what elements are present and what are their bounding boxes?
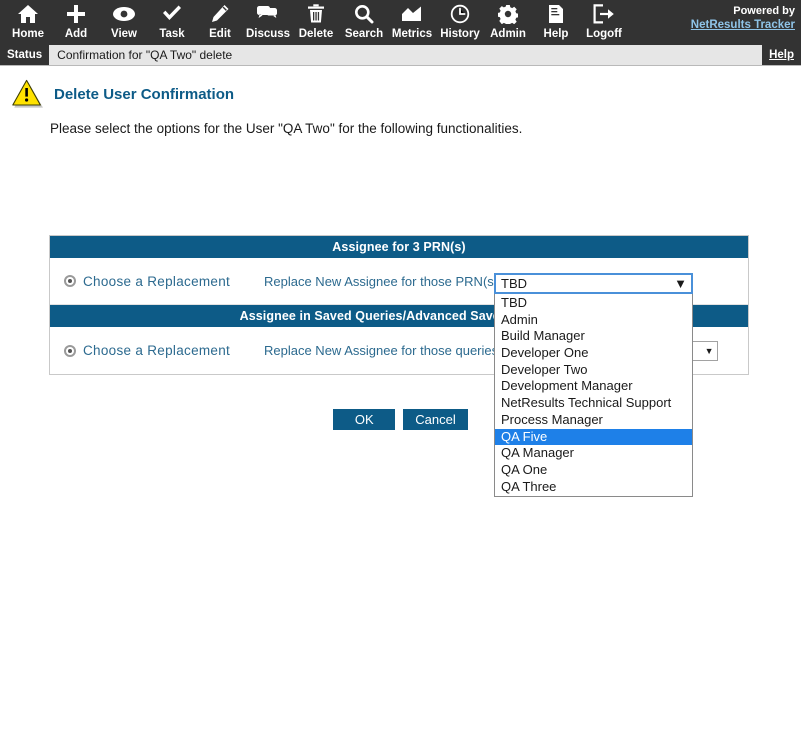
option-item[interactable]: QA Manager (495, 445, 692, 462)
home-icon (17, 3, 39, 25)
toolbar-item-history[interactable]: History (436, 0, 484, 45)
option-item[interactable]: TBD (495, 295, 692, 312)
toolbar-item-view[interactable]: View (100, 0, 148, 45)
toolbar-item-home[interactable]: Home (4, 0, 52, 45)
toolbar-item-edit[interactable]: Edit (196, 0, 244, 45)
replace-assignee-queries-label: Replace New Assignee for those queries b… (264, 343, 516, 358)
section-header-prn: Assignee for 3 PRN(s) (50, 236, 748, 258)
check-icon (161, 3, 183, 25)
page-heading: Delete User Confirmation (0, 66, 801, 110)
app-window: Home Add View Task Edit Discuss Delete S… (0, 0, 801, 730)
option-item[interactable]: Build Manager (495, 328, 692, 345)
toolbar-label: Search (344, 28, 384, 40)
main-toolbar: Home Add View Task Edit Discuss Delete S… (0, 0, 801, 45)
option-item[interactable]: Developer One (495, 345, 692, 362)
eye-icon (112, 3, 136, 25)
toolbar-item-search[interactable]: Search (340, 0, 388, 45)
toolbar-label: Delete (298, 28, 334, 40)
chart-icon (401, 3, 423, 25)
radio-indicator (64, 344, 76, 357)
toolbar-label: Edit (209, 28, 231, 40)
option-item[interactable]: Developer Two (495, 362, 692, 379)
assignee-option-list[interactable]: TBD Admin Build Manager Developer One De… (494, 294, 693, 498)
ok-button[interactable]: OK (333, 409, 396, 430)
toolbar-label: Task (159, 28, 185, 40)
status-label: Status (0, 45, 50, 65)
radio-indicator (64, 275, 76, 287)
powered-by-text: Powered by (733, 5, 795, 17)
help-link[interactable]: Help (762, 45, 801, 65)
toolbar-item-admin[interactable]: Admin (484, 0, 532, 45)
warning-triangle-icon (10, 78, 44, 110)
choose-replacement-radio-prn[interactable]: Choose a Replacement (64, 274, 264, 289)
speech-bubbles-icon (256, 3, 280, 25)
option-item-highlighted[interactable]: QA Five (495, 428, 692, 446)
gear-icon (498, 3, 518, 25)
radio-label: Choose a Replacement (83, 273, 231, 289)
choose-replacement-radio-queries[interactable]: Choose a Replacement (64, 343, 264, 358)
pencil-icon (210, 3, 230, 25)
page-content: Delete User Confirmation Please select t… (0, 66, 801, 498)
replace-assignee-prn-label: Replace New Assignee for those PRN(s) by (264, 273, 516, 289)
toolbar-label: Help (543, 28, 569, 40)
toolbar-item-discuss[interactable]: Discuss (244, 0, 292, 45)
book-icon (547, 3, 565, 25)
powered-by-block: Powered by NetResults Tracker (691, 4, 795, 32)
toolbar-label: Admin (490, 28, 526, 40)
option-item[interactable]: Development Manager (495, 378, 692, 395)
toolbar-label: Add (64, 28, 88, 40)
netresults-tracker-link[interactable]: NetResults Tracker (691, 18, 795, 32)
toolbar-label: View (111, 28, 137, 40)
toolbar-label: Discuss (245, 28, 291, 40)
toolbar-label: Metrics (391, 28, 433, 40)
option-item[interactable]: Process Manager (495, 412, 692, 429)
toolbar-item-help[interactable]: Help (532, 0, 580, 45)
cancel-button[interactable]: Cancel (403, 409, 468, 430)
page-subtitle: Please select the options for the User "… (50, 121, 523, 136)
radio-label: Choose a Replacement (83, 343, 231, 358)
toolbar-label: Logoff (586, 28, 622, 40)
toolbar-item-delete[interactable]: Delete (292, 0, 340, 45)
chevron-down-icon: ▼ (704, 345, 714, 356)
option-item[interactable]: Admin (495, 312, 692, 329)
option-item[interactable]: NetResults Technical Support (495, 395, 692, 412)
toolbar-item-add[interactable]: Add (52, 0, 100, 45)
magnifier-icon (354, 3, 374, 25)
option-item[interactable]: QA One (495, 462, 692, 479)
assignee-select-prn-value: TBD (501, 276, 527, 291)
toolbar-item-task[interactable]: Task (148, 0, 196, 45)
exit-icon (593, 3, 615, 25)
clock-icon (450, 3, 470, 25)
toolbar-item-logoff[interactable]: Logoff (580, 0, 628, 45)
plus-icon (66, 3, 86, 25)
assignee-select-prn-open[interactable]: TBD ▼ TBD Admin Build Manager Developer … (494, 273, 693, 498)
trash-icon (307, 3, 325, 25)
toolbar-label: Home (12, 28, 44, 40)
status-bar: Status Confirmation for "QA Two" delete … (0, 45, 801, 66)
toolbar-label: History (440, 28, 480, 40)
status-message: Confirmation for "QA Two" delete (57, 48, 233, 62)
chevron-down-icon: ▼ (674, 276, 687, 291)
page-title: Delete User Confirmation (54, 85, 235, 103)
assignee-select-prn-display[interactable]: TBD ▼ (494, 273, 693, 294)
option-item[interactable]: QA Three (495, 479, 692, 496)
toolbar-item-metrics[interactable]: Metrics (388, 0, 436, 45)
